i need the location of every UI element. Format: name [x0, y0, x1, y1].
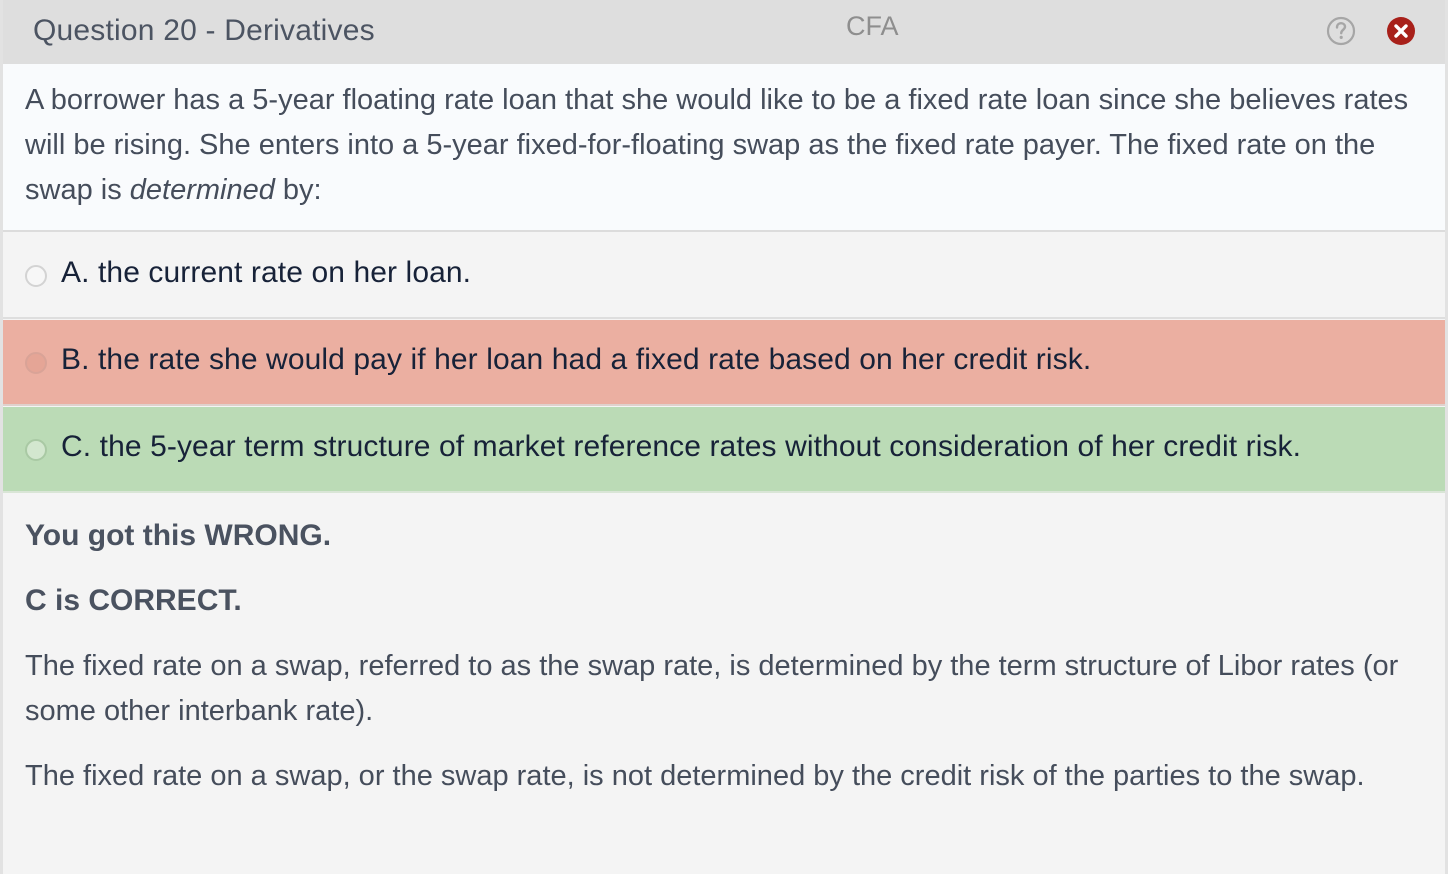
help-icon[interactable]: [1326, 16, 1356, 46]
explanation-paragraph-2: The fixed rate on a swap, or the swap ra…: [25, 760, 1365, 792]
answer-option-c[interactable]: C. the 5-year term structure of market r…: [3, 407, 1445, 493]
answer-option-a[interactable]: A. the current rate on her loan.: [3, 233, 1445, 319]
question-window: Question 20 - Derivatives CFA A borrower…: [0, 0, 1448, 874]
question-stem: A borrower has a 5-year floating rate lo…: [3, 64, 1445, 232]
radio-b[interactable]: [25, 352, 47, 374]
result-message: You got this WRONG.: [25, 519, 332, 552]
question-text-part2: by:: [274, 174, 322, 206]
correct-answer-message: C is CORRECT.: [25, 584, 242, 617]
answer-option-a-label: A. the current rate on her loan.: [61, 256, 472, 289]
title-bar: Question 20 - Derivatives CFA: [3, 0, 1445, 64]
answer-option-b[interactable]: B. the rate she would pay if her loan ha…: [3, 320, 1445, 406]
feedback-panel: You got this WRONG. C is CORRECT. The fi…: [3, 494, 1445, 874]
close-icon[interactable]: [1386, 16, 1416, 46]
explanation-paragraph-1: The fixed rate on a swap, referred to as…: [25, 650, 1399, 727]
question-title: Question 20 - Derivatives: [33, 14, 375, 47]
question-text-emphasis: determined: [129, 174, 275, 206]
radio-c[interactable]: [25, 439, 47, 461]
radio-a[interactable]: [25, 265, 47, 287]
answer-option-c-label: C. the 5-year term structure of market r…: [61, 430, 1302, 463]
exam-label: CFA: [846, 11, 899, 41]
answer-option-b-label: B. the rate she would pay if her loan ha…: [61, 343, 1092, 376]
